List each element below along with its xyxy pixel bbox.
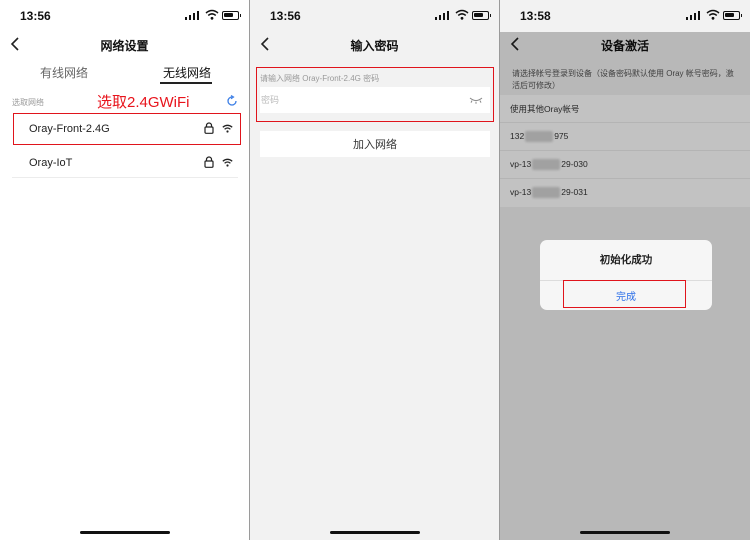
tab-wireless[interactable]: 无线网络 bbox=[163, 64, 211, 81]
section-label: 选取网络 bbox=[12, 98, 44, 107]
highlight-box bbox=[256, 67, 494, 122]
active-tab-indicator bbox=[160, 82, 212, 84]
page-title: 网络设置 bbox=[100, 39, 149, 53]
lock-icon bbox=[204, 156, 214, 168]
signal-icon bbox=[435, 11, 449, 20]
status-bar: 13:56 bbox=[0, 0, 249, 32]
dialog-title: 初始化成功 bbox=[599, 254, 653, 266]
screen-network-settings: 13:56 网络设置 有线网络 无线网络 选取网络 选取2.4GWiFi Ora… bbox=[0, 0, 249, 540]
status-time: 13:56 bbox=[20, 9, 51, 23]
navbar: 输入密码 bbox=[250, 32, 499, 58]
screen-enter-password: 13:56 输入密码 请输入网络 Oray-Front-2.4G 密码 加入网络 bbox=[250, 0, 499, 540]
signal-icon bbox=[686, 11, 700, 20]
network-tabs: 有线网络 无线网络 bbox=[0, 60, 249, 86]
wifi-status-icon bbox=[205, 9, 219, 20]
home-indicator bbox=[580, 531, 670, 534]
battery-icon bbox=[222, 11, 241, 20]
navbar: 网络设置 bbox=[0, 32, 249, 58]
status-time: 13:56 bbox=[270, 9, 301, 23]
highlight-box bbox=[13, 113, 241, 145]
highlight-box bbox=[563, 280, 686, 308]
battery-icon bbox=[723, 11, 742, 20]
status-time: 13:58 bbox=[520, 9, 551, 23]
signal-icon bbox=[185, 11, 199, 20]
wifi-status-icon bbox=[455, 9, 469, 20]
network-name: Oray-IoT bbox=[29, 157, 73, 169]
refresh-icon[interactable] bbox=[226, 95, 238, 107]
wifi-status-icon bbox=[706, 9, 720, 20]
tab-wired[interactable]: 有线网络 bbox=[40, 64, 88, 81]
wifi-signal-icon bbox=[222, 158, 233, 167]
status-bar: 13:58 bbox=[500, 0, 750, 32]
page-title: 输入密码 bbox=[350, 39, 399, 53]
join-network-button[interactable]: 加入网络 bbox=[260, 131, 490, 157]
battery-icon bbox=[472, 11, 491, 20]
home-indicator bbox=[329, 531, 420, 534]
network-item-oray-iot[interactable]: Oray-IoT bbox=[12, 148, 238, 178]
annotation-text: 选取2.4GWiFi bbox=[97, 94, 190, 111]
status-bar: 13:56 bbox=[250, 0, 499, 32]
home-indicator bbox=[79, 531, 170, 534]
